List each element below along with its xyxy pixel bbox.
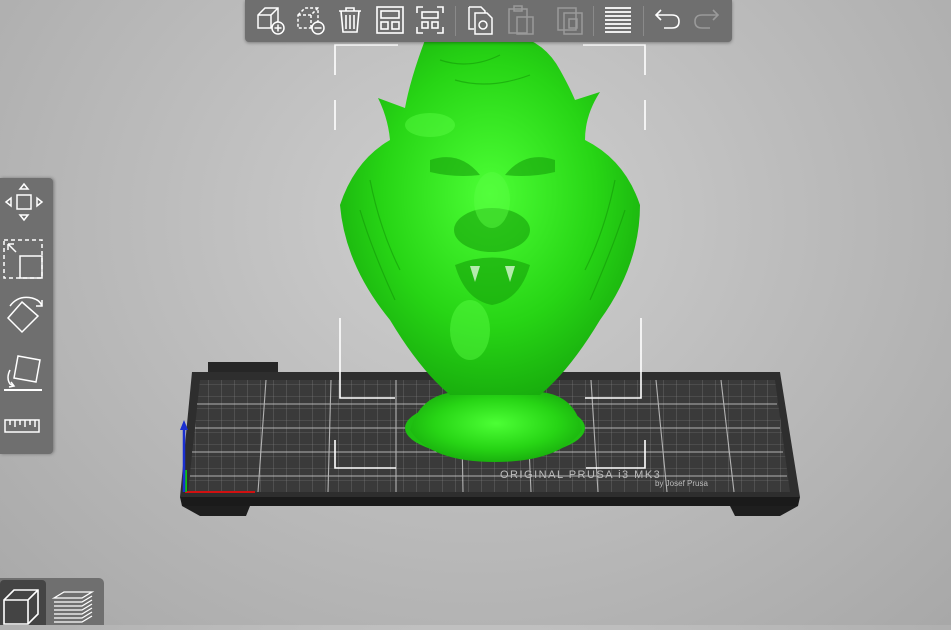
move-arrows-icon bbox=[4, 182, 44, 222]
layers-editing-icon bbox=[605, 7, 631, 33]
3d-view-button[interactable] bbox=[0, 580, 46, 625]
delete-all-button[interactable] bbox=[333, 3, 367, 37]
redo-icon bbox=[694, 9, 720, 29]
ruler-icon bbox=[4, 419, 40, 433]
place-on-face-icon bbox=[4, 355, 42, 391]
scale-tool-button[interactable] bbox=[2, 236, 46, 280]
rotate-icon bbox=[6, 296, 43, 334]
rotate-tool-button[interactable] bbox=[2, 292, 46, 336]
copy-icon bbox=[468, 6, 493, 35]
paste-button[interactable] bbox=[503, 3, 537, 37]
toolbar-separator bbox=[455, 6, 456, 36]
view-switch bbox=[0, 578, 104, 625]
redo-button[interactable] bbox=[690, 3, 724, 37]
scale-icon bbox=[3, 239, 43, 279]
preview-button[interactable] bbox=[50, 580, 96, 625]
instance-icon bbox=[557, 7, 583, 35]
layers-preview-icon bbox=[51, 591, 95, 623]
arrange-selection-icon bbox=[416, 6, 444, 34]
delete-button[interactable] bbox=[293, 3, 327, 37]
undo-icon bbox=[654, 9, 680, 29]
undo-button[interactable] bbox=[650, 3, 684, 37]
arrange-icon bbox=[376, 6, 404, 34]
copy-button[interactable] bbox=[463, 3, 497, 37]
left-toolbar bbox=[0, 178, 53, 454]
delete-cube-icon bbox=[297, 7, 325, 35]
scene: ORIGINAL PRUSA i3 MK3 by Josef Prusa bbox=[180, 29, 800, 516]
measure-tool-button[interactable] bbox=[2, 404, 46, 448]
add-cube-icon bbox=[257, 7, 285, 35]
3d-viewport[interactable]: ORIGINAL PRUSA i3 MK3 by Josef Prusa bbox=[0, 0, 951, 625]
paste-icon bbox=[508, 5, 534, 35]
place-on-face-tool-button[interactable] bbox=[2, 348, 46, 392]
add-button[interactable] bbox=[253, 3, 287, 37]
bed-label-line2: by Josef Prusa bbox=[655, 479, 708, 488]
move-tool-button[interactable] bbox=[2, 180, 46, 224]
top-toolbar bbox=[245, 0, 732, 42]
toolbar-separator bbox=[593, 6, 594, 36]
bed-label-line1: ORIGINAL PRUSA i3 MK3 bbox=[500, 469, 661, 481]
layers-editing-button[interactable] bbox=[601, 3, 635, 37]
instance-button[interactable] bbox=[553, 3, 587, 37]
arrange-button[interactable] bbox=[373, 3, 407, 37]
arrange-selection-button[interactable] bbox=[413, 3, 447, 37]
toolbar-separator bbox=[643, 6, 644, 36]
cube-view-icon bbox=[3, 589, 39, 625]
trash-icon bbox=[339, 7, 361, 33]
